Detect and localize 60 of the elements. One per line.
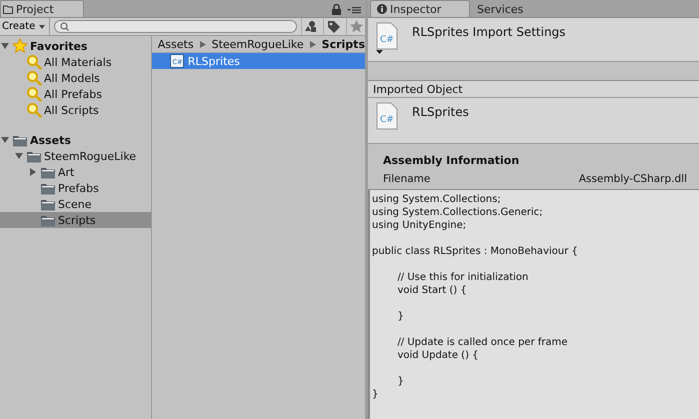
panel-tab[interactable]: Inspector — [370, 0, 470, 17]
folder-icon — [40, 198, 56, 210]
csharp-file-icon: C# — [376, 22, 398, 50]
project-tab[interactable]: Project — [0, 0, 84, 17]
folder-icon — [40, 182, 56, 194]
section-label: Imported Object — [368, 81, 699, 98]
tree-item[interactable]: Scripts — [0, 212, 151, 228]
panel-tab[interactable]: Services — [470, 0, 530, 17]
code-line: using UnityEngine; — [372, 219, 468, 232]
search-icon — [26, 102, 42, 118]
info-icon — [377, 4, 387, 14]
code-line: // Update is called once per frame — [396, 336, 569, 349]
search-icon — [26, 70, 42, 86]
collapsed-arrow-icon — [29, 168, 37, 176]
caret-icon — [39, 24, 46, 28]
code-line: } — [396, 375, 405, 388]
create-dropdown[interactable]: Create — [2, 18, 50, 35]
folder-icon — [3, 4, 13, 14]
tree-item[interactable]: All Models — [0, 70, 151, 86]
star-icon — [12, 38, 28, 54]
search-icon — [60, 22, 70, 31]
tree-item[interactable]: All Scripts — [0, 102, 151, 118]
code-line: public class RLSprites : MonoBehaviour { — [372, 245, 579, 258]
code-line: // Use this for initialization — [396, 271, 530, 284]
breadcrumb-arrow-icon — [310, 40, 316, 48]
breadcrumb-arrow-icon — [200, 40, 206, 48]
field-value: Assembly-CSharp.dll — [578, 173, 687, 185]
search-field[interactable] — [54, 20, 297, 33]
tree-item[interactable]: Scene — [0, 196, 151, 212]
filter-by-type-icon — [302, 19, 318, 34]
breadcrumb-item[interactable]: Assets — [158, 38, 194, 50]
folder-icon — [40, 166, 56, 178]
code-line: } — [372, 388, 380, 401]
tree-item[interactable]: SteemRogueLike — [0, 148, 151, 164]
code-line: void Update () { — [396, 349, 480, 362]
search-icon — [26, 86, 42, 102]
menu-icon — [347, 6, 361, 14]
field-label: Filename — [383, 173, 430, 185]
tree-item[interactable]: Assets — [0, 132, 151, 148]
section-heading: Assembly Information — [383, 154, 520, 167]
breadcrumb-item[interactable]: SteemRogueLike — [212, 38, 304, 50]
folder-icon — [12, 134, 28, 146]
tree-item[interactable]: All Prefabs — [0, 86, 151, 102]
tree-item[interactable]: Art — [0, 164, 151, 180]
search-icon — [26, 54, 42, 70]
code-line: using System.Collections.Generic; — [372, 206, 544, 219]
code-line: using System.Collections; — [372, 193, 502, 206]
folder-icon — [40, 214, 56, 226]
lock-icon — [332, 4, 341, 15]
code-line: void Start () { — [396, 284, 468, 297]
inspector-title: RLSprites Import Settings — [412, 24, 566, 41]
tree-item[interactable]: Prefabs — [0, 180, 151, 196]
code-line: } — [396, 310, 405, 323]
tree-item[interactable]: All Materials — [0, 54, 151, 70]
object-name: RLSprites — [412, 104, 469, 121]
folder-icon — [26, 150, 42, 162]
expanded-arrow-icon — [1, 42, 9, 50]
breadcrumb-item[interactable]: Scripts — [322, 38, 365, 50]
tree-item[interactable]: Favorites — [0, 38, 151, 54]
csharp-file-icon: C# — [376, 102, 398, 130]
